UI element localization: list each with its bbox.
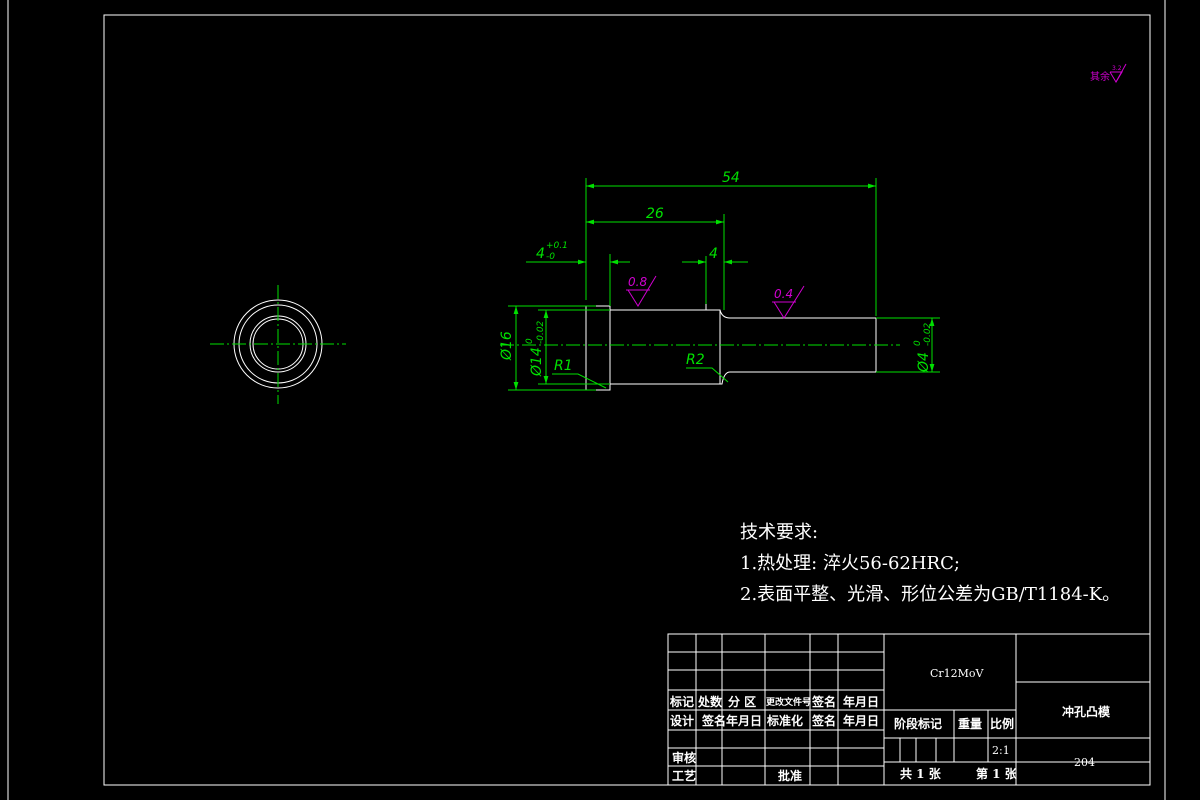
- dim-head-tol-lower: -0: [546, 252, 555, 262]
- tb-part-name: 冲孔凸模: [1062, 704, 1111, 719]
- tb-scale: 2:1: [992, 744, 1010, 757]
- tb-sheet-no: 第 1 张: [976, 766, 1018, 781]
- dimension-54: 54: [585, 170, 877, 316]
- dimension-4: 4: [682, 246, 748, 304]
- tb-review: 审核: [672, 750, 696, 765]
- tb-total-sheets: 共 1 张: [900, 766, 942, 781]
- dimension-26: 26: [586, 206, 725, 310]
- dim-radius-1: R1: [554, 358, 573, 374]
- dimension-dia16: Ø16: [499, 305, 596, 391]
- tech-title: 技术要求:: [740, 522, 818, 543]
- tb-zone: 分 区: [728, 694, 756, 709]
- tb-mark: 标记: [669, 694, 694, 709]
- dim-dia-14-tol-lower: -0.02: [536, 320, 546, 344]
- tb-weight: 重量: [958, 716, 982, 731]
- dim-overall-length: 54: [722, 170, 740, 186]
- dim-head-thickness: 4: [536, 246, 545, 262]
- dim-dia-16: Ø16: [499, 331, 515, 361]
- dim-dia-14-tol-upper: 0: [525, 338, 535, 344]
- tb-date: 年月日: [843, 694, 879, 709]
- tb-change-doc: 更改文件号: [766, 696, 811, 708]
- radius-r2: R2: [686, 352, 729, 383]
- cad-drawing: 其余 3.2 54 26 4 4 +0.1 -0 Ø16 Ø14 0 -0.02…: [7, 0, 1166, 800]
- dimension-head: 4 +0.1 -0: [526, 241, 630, 306]
- dim-radius-2: R2: [686, 352, 705, 368]
- tb-standardize: 标准化: [766, 713, 803, 728]
- tb-drawing-no: 204: [1074, 756, 1095, 769]
- tb-stage-mark: 阶段标记: [894, 716, 942, 731]
- tb-scale-label: 比例: [990, 716, 1014, 731]
- tech-requirements: 技术要求: 1.热处理: 淬火56-62HRC; 2.表面平整、光滑、形位公差为…: [740, 522, 1120, 605]
- tech-item-1: 1.热处理: 淬火56-62HRC;: [740, 553, 960, 574]
- title-block: 标记 处数 分 区 更改文件号 签名 年月日 设计 签名 年月日 标准化 签名 …: [667, 633, 1151, 786]
- tb-signature-3: 签名: [811, 713, 836, 728]
- tb-date-3: 年月日: [843, 713, 879, 728]
- roughness-symbol-04: 0.4: [772, 285, 805, 319]
- dim-dia-4-tol-lower: -0.02: [923, 322, 933, 346]
- tb-signature: 签名: [811, 694, 836, 709]
- dim-head-tol-upper: +0.1: [546, 241, 568, 251]
- roughness-value-2: 0.4: [774, 287, 793, 301]
- roughness-other-label: 其余: [1090, 70, 1110, 83]
- side-view: [500, 304, 900, 391]
- dim-dia-4: Ø4: [916, 352, 932, 373]
- roughness-other-value: 3.2: [1112, 65, 1122, 72]
- tech-item-2: 2.表面平整、光滑、形位公差为GB/T1184-K。: [740, 584, 1120, 605]
- dim-length-26: 26: [646, 206, 664, 222]
- tb-date-2: 年月日: [726, 713, 762, 728]
- tb-design: 设计: [670, 713, 694, 728]
- tb-process: 工艺: [672, 768, 696, 783]
- tb-signature-2: 签名: [701, 713, 726, 728]
- dim-dia-4-tol-upper: 0: [913, 340, 923, 346]
- end-view: [210, 285, 346, 404]
- roughness-symbol-08: 0.8: [626, 275, 657, 307]
- drawing-frame: [103, 14, 1151, 786]
- dim-dia-14: Ø14: [529, 347, 545, 377]
- tb-approve: 批准: [778, 768, 802, 783]
- roughness-note-other: 其余 3.2: [1090, 63, 1127, 83]
- tb-material: Cr12MoV: [930, 667, 985, 680]
- tb-count: 处数: [697, 694, 723, 709]
- roughness-value-1: 0.8: [628, 275, 647, 289]
- dim-length-4: 4: [709, 246, 718, 262]
